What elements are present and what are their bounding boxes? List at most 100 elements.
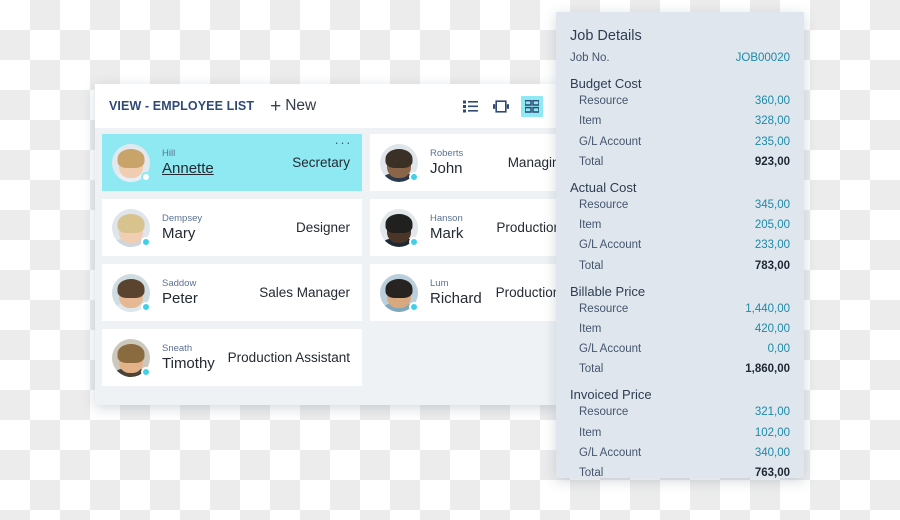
job-details-row: Resource 360,00 [570, 95, 790, 115]
job-details-row-value: 102,00 [754, 426, 790, 439]
employee-card[interactable]: RobertsJohn Managing Director [370, 134, 557, 191]
employee-card[interactable]: HansonMark Production Manager [370, 199, 557, 256]
job-details-row-label: G/L Account [579, 135, 642, 148]
avatar [380, 208, 419, 247]
job-details-total-row: Total 763,00 [570, 467, 790, 478]
job-details-total-row: Total 923,00 [570, 156, 790, 176]
job-details-group-heading: Invoiced Price [570, 387, 652, 403]
employee-card[interactable]: Dempsey Mary Designer [102, 199, 362, 256]
tile-view-icon[interactable] [521, 95, 543, 117]
employee-job-title: Production Assistant [495, 285, 557, 300]
job-details-row-value: 328,00 [754, 115, 790, 128]
status-dot [141, 301, 151, 312]
job-details-row-value: 923,00 [754, 155, 790, 168]
job-details-row-label: Total [579, 467, 604, 478]
job-details-row-label: Resource [579, 198, 629, 211]
job-details-row-label: Total [579, 363, 604, 376]
job-details-row-value: 783,00 [754, 259, 790, 272]
employee-name-block: Dempsey Mary [162, 213, 202, 243]
employee-first-name[interactable]: Peter [162, 290, 198, 308]
job-details-row-value: 420,00 [754, 322, 790, 335]
employee-name-block: Sneath Timothy [162, 343, 215, 373]
job-details-row: Item 328,00 [570, 115, 790, 135]
job-details-row-label: Total [579, 155, 604, 168]
status-dot [141, 171, 151, 182]
job-details-row-label: Total [579, 259, 604, 272]
job-details-row: G/L Account 235,00 [570, 136, 790, 156]
job-details-total-row: Total 1,860,00 [570, 363, 790, 383]
employee-card[interactable]: Saddow Peter Sales Manager [102, 264, 362, 321]
avatar [380, 143, 419, 182]
new-button-label: New [285, 97, 317, 114]
screenshot-canvas: VIEW - EMPLOYEE LIST + New Hill Annette … [0, 0, 900, 520]
employee-job-title: Sales Manager [259, 285, 350, 300]
list-view-icon[interactable] [459, 96, 481, 117]
page-title: VIEW - EMPLOYEE LIST [109, 99, 255, 113]
job-details-panel: Job Details Job No. JOB00020 Budget Cost… [556, 12, 804, 478]
job-details-row-label: Item [579, 219, 602, 232]
employee-last-name: Saddow [162, 277, 197, 289]
employee-last-name: Dempsey [162, 212, 203, 224]
job-details-row-label: Item [579, 426, 602, 439]
job-details-row-value: 233,00 [754, 239, 790, 252]
job-details-row-value: 205,00 [754, 219, 790, 232]
employee-first-name[interactable]: Annette [162, 160, 214, 178]
job-details-row-value: 345,00 [754, 198, 790, 211]
plus-icon: + [270, 95, 282, 117]
employee-list-window: VIEW - EMPLOYEE LIST + New Hill Annette … [95, 84, 557, 405]
employee-card-grid: Hill Annette Secretary ··· Roberts John Managi… [95, 128, 557, 386]
employee-last-name: Roberts [430, 147, 464, 159]
job-details-row-label: Resource [579, 95, 629, 108]
employee-last-name: Lum [430, 277, 449, 289]
employee-first-name[interactable]: Timothy [162, 355, 215, 373]
job-details-row-label: Item [579, 115, 602, 128]
job-details-row: Resource 321,00 [570, 406, 790, 426]
employee-name-block: Lum Richard [430, 278, 482, 308]
avatar [112, 208, 151, 247]
employee-first-name[interactable]: Richard [430, 290, 482, 308]
employee-first-name[interactable]: Mark [430, 225, 463, 243]
employee-job-title: Secretary [292, 155, 350, 170]
status-dot [141, 236, 151, 247]
avatar [112, 273, 151, 312]
employee-card[interactable]: LumRichard Production Assistant [370, 264, 557, 321]
job-details-row-value: 235,00 [754, 135, 790, 148]
job-details-row-label: G/L Account [579, 446, 642, 459]
employee-last-name: Sneath [162, 342, 193, 354]
job-details-group-heading: Actual Cost [570, 179, 637, 195]
job-details-group-heading: Budget Cost [570, 76, 642, 92]
job-details-groups: Budget Cost Resource 360,00 Item 328,00 G/L A… [570, 73, 790, 478]
job-details-row: G/L Account 233,00 [570, 239, 790, 259]
employee-card[interactable]: Hill Annette Secretary ··· [102, 134, 362, 191]
job-details-row: Resource 345,00 [570, 199, 790, 219]
job-details-row: G/L Account 0,00 [570, 343, 790, 363]
employee-card[interactable]: Sneath Timothy Production Assistant [102, 329, 362, 386]
job-details-row: Item 102,00 [570, 427, 790, 447]
employee-last-name: Hanson [430, 212, 463, 224]
job-details-row-value: 340,00 [754, 446, 790, 459]
employee-first-name[interactable]: Mary [162, 225, 202, 243]
employee-name-block: Saddow Peter [162, 278, 198, 308]
avatar [380, 273, 419, 312]
employee-name-block: Hanson Mark [430, 213, 463, 243]
job-details-row-label: G/L Account [579, 239, 642, 252]
status-dot [141, 366, 151, 377]
job-no-label: Job No. [570, 52, 610, 64]
employee-name-block: Hill Annette [162, 148, 214, 178]
card-overflow-menu-icon[interactable]: ··· [335, 136, 353, 149]
avatar [112, 338, 151, 377]
avatar [112, 143, 151, 182]
job-details-row-label: Resource [579, 406, 629, 419]
job-details-row-value: 360,00 [754, 95, 790, 108]
job-details-total-row: Total 783,00 [570, 260, 790, 280]
job-details-row-value: 321,00 [754, 406, 790, 419]
employee-list-header: VIEW - EMPLOYEE LIST + New [95, 84, 557, 128]
employee-last-name: Hill [162, 147, 176, 159]
detail-view-icon[interactable] [490, 96, 512, 117]
job-details-row: Item 205,00 [570, 219, 790, 239]
employee-first-name[interactable]: John [430, 160, 463, 178]
job-details-row-value: 763,00 [754, 467, 790, 478]
new-button[interactable]: + New [270, 97, 316, 116]
job-details-row-label: Item [579, 322, 602, 335]
job-details-row-label: Resource [579, 302, 629, 315]
